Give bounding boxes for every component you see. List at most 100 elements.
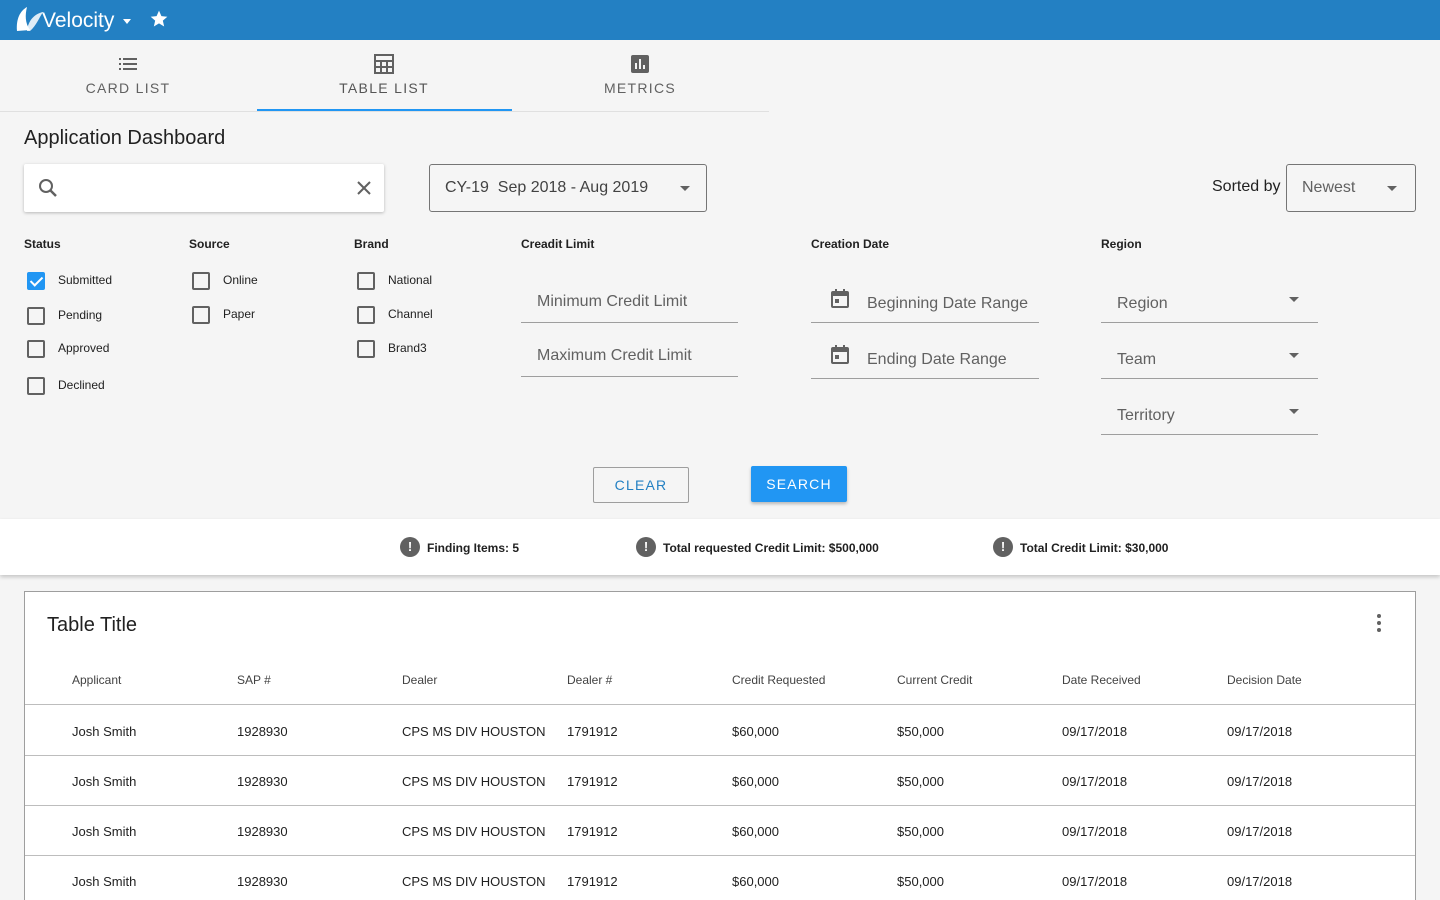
cell-applicant: Josh Smith (72, 774, 137, 789)
chevron-down-icon (1289, 297, 1299, 302)
table-row[interactable]: Josh Smith 1928930 CPS MS DIV HOUSTON 17919… (25, 806, 1415, 856)
period-select[interactable]: CY-19 Sep 2018 - Aug 2019 (429, 164, 707, 212)
cell-current-credit: $50,000 (897, 724, 944, 739)
table-title: Table Title (47, 614, 138, 636)
territory-select[interactable]: Territory (1101, 395, 1318, 435)
column-header-dealer[interactable]: Dealer (402, 673, 437, 687)
cell-credit-requested: $60,000 (732, 824, 779, 839)
tab-table-list[interactable]: TABLE LIST (256, 40, 512, 112)
cell-decision-date: 09/17/2018 (1227, 824, 1293, 839)
beginning-date-field[interactable]: Beginning Date Range (811, 283, 1039, 323)
calendar-icon[interactable] (830, 289, 850, 309)
checkbox-label: Declined (58, 378, 105, 392)
select-placeholder: Team (1117, 351, 1157, 368)
checkbox-label: Paper (223, 307, 256, 321)
checkbox-label: Approved (58, 341, 110, 355)
cell-dealer: CPS MS DIV HOUSTON (402, 724, 546, 739)
column-header-date-received[interactable]: Date Received (1062, 673, 1141, 687)
alert-icon: ! (400, 537, 420, 557)
column-header-dealer-number[interactable]: Dealer # (567, 673, 612, 687)
leaf-logo-icon[interactable] (14, 5, 44, 35)
cell-dealer-number: 1791912 (567, 874, 618, 889)
table-row[interactable]: Josh Smith 1928930 CPS MS DIV HOUSTON 17919… (25, 706, 1415, 756)
checkbox-label: Online (223, 273, 258, 287)
checkbox[interactable] (357, 272, 375, 290)
search-button[interactable]: SEARCH (751, 466, 847, 502)
checkbox-label: Brand3 (388, 341, 427, 355)
table-row[interactable]: Josh Smith 1928930 CPS MS DIV HOUSTON 17919… (25, 856, 1415, 900)
max-credit-limit-field[interactable]: Maximum Credit Limit (521, 337, 738, 377)
field-placeholder: Ending Date Range (867, 351, 1007, 368)
tab-card-list[interactable]: CARD LIST (0, 40, 256, 112)
creation-date-filter-title: Creation Date (811, 237, 890, 251)
tab-label: CARD LIST (85, 80, 171, 96)
checkbox-label: Channel (388, 307, 433, 321)
applications-table-card: Table Title Applicant SAP # Dealer Deale… (24, 591, 1416, 900)
column-header-applicant[interactable]: Applicant (72, 673, 121, 687)
region-select[interactable]: Region (1101, 283, 1318, 323)
table-header: Applicant SAP # Dealer Dealer # Credit R… (25, 656, 1415, 705)
list-icon (119, 58, 137, 70)
checkbox[interactable] (357, 340, 375, 358)
calendar-icon[interactable] (830, 345, 850, 365)
credit-limit-filter-title: Creadit Limit (521, 237, 595, 251)
clear-button[interactable]: CLEAR (593, 467, 689, 503)
cell-decision-date: 09/17/2018 (1227, 724, 1293, 739)
chevron-down-icon (1387, 186, 1397, 191)
cell-dealer: CPS MS DIV HOUSTON (402, 824, 546, 839)
ending-date-field[interactable]: Ending Date Range (811, 339, 1039, 379)
brand-filter-title: Brand (354, 237, 389, 251)
select-placeholder: Territory (1117, 407, 1175, 424)
alert-icon: ! (636, 537, 656, 557)
column-header-decision-date[interactable]: Decision Date (1227, 673, 1302, 687)
checkbox[interactable] (27, 340, 45, 358)
star-icon[interactable] (149, 9, 169, 29)
cell-current-credit: $50,000 (897, 824, 944, 839)
cell-applicant: Josh Smith (72, 874, 137, 889)
cell-credit-requested: $60,000 (732, 874, 779, 889)
close-icon[interactable] (356, 180, 372, 196)
table-row[interactable]: Josh Smith 1928930 CPS MS DIV HOUSTON 17919… (25, 756, 1415, 806)
summary-bar: ! Finding Items: 5 ! Total requested Cre… (0, 519, 1440, 575)
cell-date-received: 09/17/2018 (1062, 824, 1128, 839)
field-placeholder: Minimum Credit Limit (537, 293, 688, 310)
tab-metrics[interactable]: METRICS (512, 40, 768, 112)
summary-text: Finding Items: 5 (427, 541, 520, 555)
app-name[interactable]: Velocity (42, 9, 114, 33)
team-select[interactable]: Team (1101, 339, 1318, 379)
status-filter-title: Status (24, 237, 61, 251)
field-placeholder: Maximum Credit Limit (537, 347, 692, 364)
checkbox[interactable] (192, 306, 210, 324)
cell-dealer-number: 1791912 (567, 724, 618, 739)
search-icon (39, 179, 57, 197)
checkbox-checked[interactable] (27, 272, 45, 290)
more-vertical-icon[interactable] (1369, 612, 1389, 634)
cell-dealer: CPS MS DIV HOUSTON (402, 774, 546, 789)
source-filter-title: Source (189, 237, 230, 251)
cell-date-received: 09/17/2018 (1062, 874, 1128, 889)
search-input[interactable] (72, 176, 342, 200)
cell-dealer-number: 1791912 (567, 824, 618, 839)
min-credit-limit-field[interactable]: Minimum Credit Limit (521, 283, 738, 323)
column-header-current-credit[interactable]: Current Credit (897, 673, 972, 687)
checkbox[interactable] (357, 306, 375, 324)
checkbox[interactable] (27, 377, 45, 395)
cell-applicant: Josh Smith (72, 724, 137, 739)
column-header-sap[interactable]: SAP # (237, 673, 271, 687)
cell-applicant: Josh Smith (72, 824, 137, 839)
checkbox[interactable] (27, 307, 45, 325)
field-placeholder: Beginning Date Range (867, 295, 1029, 312)
period-value: CY-19 Sep 2018 - Aug 2019 (445, 179, 649, 196)
active-tab-indicator (257, 109, 512, 111)
tab-label: METRICS (603, 80, 677, 96)
column-header-credit-requested[interactable]: Credit Requested (732, 673, 825, 687)
checkbox[interactable] (192, 272, 210, 290)
sort-select[interactable]: Newest (1286, 164, 1416, 212)
table-grid-icon (374, 54, 394, 74)
summary-text: Total Credit Limit: $30,000 (1020, 541, 1169, 555)
cell-decision-date: 09/17/2018 (1227, 874, 1293, 889)
cell-current-credit: $50,000 (897, 874, 944, 889)
chevron-down-icon[interactable] (123, 19, 131, 24)
cell-dealer-number: 1791912 (567, 774, 618, 789)
cell-sap-number: 1928930 (237, 874, 288, 889)
